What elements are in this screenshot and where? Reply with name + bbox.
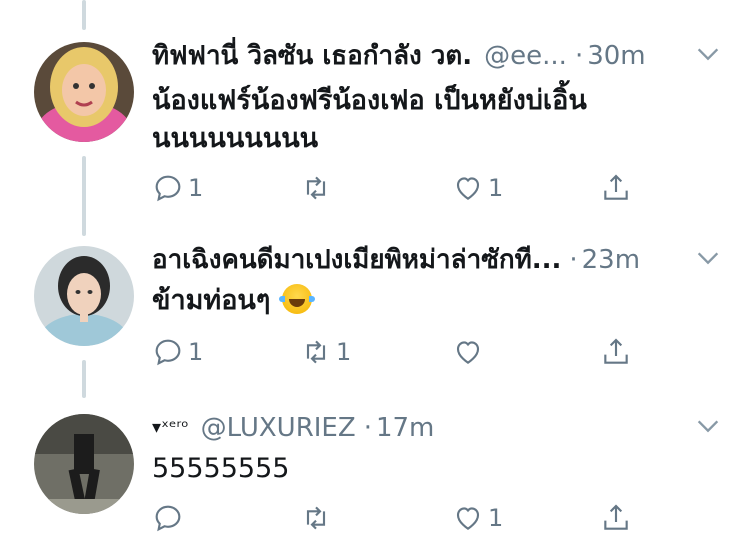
chevron-down-icon[interactable] xyxy=(694,244,722,272)
avatar[interactable] xyxy=(34,414,134,514)
chevron-down-icon[interactable] xyxy=(694,40,722,68)
avatar-image xyxy=(34,414,134,514)
share-icon xyxy=(604,338,628,364)
display-name[interactable]: ทิฟฟานี่ วิลซัน เธอกำลัง วต. xyxy=(152,36,472,76)
reply-count: 1 xyxy=(188,174,204,202)
display-name[interactable]: อาเฉิงคนดีมาเปงเมียพิหม่าล่าซักที... xyxy=(152,240,561,280)
user-handle[interactable]: @ee... xyxy=(484,36,567,76)
reply-icon xyxy=(155,339,181,366)
retweet-count: 1 xyxy=(336,338,352,366)
share-button[interactable] xyxy=(600,332,632,372)
action-bar: 1 xyxy=(152,498,710,538)
reply-button[interactable]: 1 xyxy=(152,168,203,208)
tweet-header: อาเฉิงคนดีมาเปงเมียพิหม่าล่าซักที... · 2… xyxy=(152,240,690,280)
share-icon xyxy=(604,174,628,200)
display-name[interactable]: ▾ˣᵉʳᵒ xyxy=(152,408,189,448)
face-with-tears-of-joy-emoji xyxy=(278,284,315,314)
share-icon xyxy=(604,504,628,530)
tweet-text-line: ข้ามท่อนๆ xyxy=(152,285,271,316)
action-bar: 1 1 xyxy=(152,168,710,208)
like-button[interactable]: 1 xyxy=(452,498,503,538)
share-button[interactable] xyxy=(600,498,632,538)
tweet-text-line: 55555555 xyxy=(152,453,290,484)
like-count: 1 xyxy=(488,174,504,202)
user-handle[interactable]: @LUXURIEZ xyxy=(201,408,356,448)
avatar-image xyxy=(34,246,134,346)
reply-count: 1 xyxy=(188,338,204,366)
heart-icon xyxy=(456,177,480,200)
retweet-icon xyxy=(306,506,326,530)
like-button[interactable]: 1 xyxy=(452,168,503,208)
tweet-text: 55555555 xyxy=(152,450,710,488)
heart-icon xyxy=(456,341,480,364)
retweet-button[interactable] xyxy=(300,168,336,208)
tweet-header: ▾ˣᵉʳᵒ @LUXURIEZ · 17m xyxy=(152,408,690,448)
tweet-3[interactable]: ▾ˣᵉʳᵒ @LUXURIEZ · 17m 55555555 1 xyxy=(0,408,750,542)
timestamp[interactable]: 30m xyxy=(587,36,645,76)
tweet-2[interactable]: อาเฉิงคนดีมาเปงเมียพิหม่าล่าซักที... · 2… xyxy=(0,240,750,380)
tweet-1[interactable]: ทิฟฟานี่ วิลซัน เธอกำลัง วต. @ee... · 30… xyxy=(0,36,750,216)
separator-dot: · xyxy=(569,245,578,275)
avatar[interactable] xyxy=(34,42,134,142)
like-count: 1 xyxy=(488,504,504,532)
share-button[interactable] xyxy=(600,168,632,208)
timestamp[interactable]: 17m xyxy=(376,408,434,448)
separator-dot: · xyxy=(574,41,584,71)
tweet-header: ทิฟฟานี่ วิลซัน เธอกำลัง วต. @ee... · 30… xyxy=(152,36,690,76)
tweet-text-line: นนนนนนนนน xyxy=(152,123,319,154)
action-bar: 1 1 xyxy=(152,332,710,372)
heart-icon xyxy=(456,507,480,530)
retweet-button[interactable] xyxy=(300,498,336,538)
tweet-text-line: น้องแฟร์น้องฟรีน้องเฟอ เป็นหยังบ่เอิ้น xyxy=(152,85,587,116)
avatar-image xyxy=(34,42,134,142)
thread-line-top xyxy=(82,0,86,30)
retweet-icon xyxy=(306,340,326,364)
like-button[interactable] xyxy=(452,332,488,372)
retweet-icon xyxy=(306,176,326,200)
reply-icon xyxy=(155,175,181,202)
chevron-down-icon[interactable] xyxy=(694,412,722,440)
tweet-text: น้องแฟร์น้องฟรีน้องเฟอ เป็นหยังบ่เอิ้น น… xyxy=(152,82,710,158)
timestamp[interactable]: 23m xyxy=(582,240,640,280)
reply-icon xyxy=(155,505,181,532)
separator-dot: · xyxy=(363,413,372,443)
reply-button[interactable]: 1 xyxy=(152,332,203,372)
reply-button[interactable] xyxy=(152,498,188,538)
tweet-text: ข้ามท่อนๆ xyxy=(152,282,710,320)
retweet-button[interactable]: 1 xyxy=(300,332,351,372)
avatar[interactable] xyxy=(34,246,134,346)
